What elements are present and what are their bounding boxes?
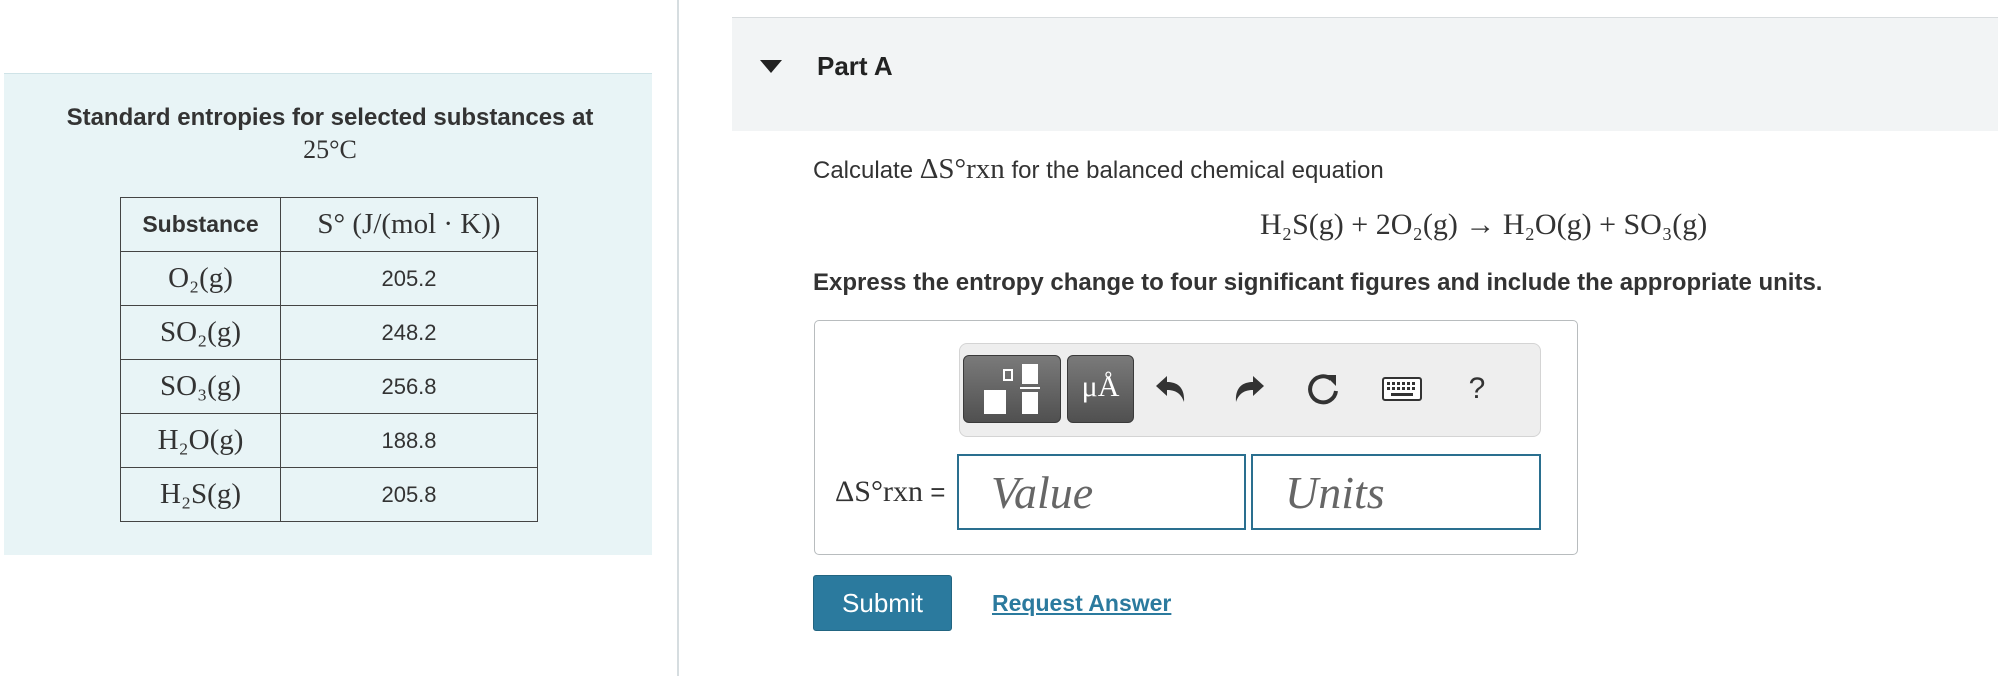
entropy-cell: 205.8 [280, 467, 538, 522]
question-text: Calculate ΔS°rxn for the balanced chemic… [813, 153, 1384, 186]
question-prefix: Calculate [813, 157, 914, 184]
answer-label-symbol: ΔS°rxn [835, 475, 923, 508]
reset-button[interactable] [1298, 364, 1348, 414]
entropy-cell: 205.2 [280, 251, 538, 306]
math-toolbar: μÅ ? [959, 343, 1541, 437]
substance-cell: SO₂(g) [120, 305, 281, 360]
entropy-data-panel: Standard entropies for selected substanc… [4, 73, 652, 555]
reset-icon [1308, 374, 1338, 405]
table-header-row: Substance S° (J/(mol · K)) [120, 197, 538, 252]
submit-button[interactable]: Submit [813, 575, 952, 631]
answer-instructions: Express the entropy change to four signi… [813, 269, 1823, 296]
value-input[interactable] [957, 454, 1246, 530]
table-row: O₂(g) 205.2 [120, 251, 538, 306]
substance-cell: SO₃(g) [120, 359, 281, 414]
table-row: H₂O(g) 188.8 [120, 413, 538, 468]
symbols-icon: μÅ [1081, 370, 1120, 403]
undo-button[interactable] [1146, 364, 1196, 414]
table-title-temperature: 25°C [303, 135, 357, 164]
column-header-entropy: S° (J/(mol · K)) [280, 197, 538, 252]
caret-down-icon[interactable] [760, 60, 782, 73]
help-icon: ? [1468, 372, 1486, 405]
entropy-cell: 188.8 [280, 413, 538, 468]
redo-icon [1235, 376, 1264, 402]
entropy-table: Substance S° (J/(mol · K)) O₂(g) 205.2 S… [120, 197, 538, 522]
table-row: H₂S(g) 205.8 [120, 467, 538, 522]
substance-cell: H₂S(g) [120, 467, 281, 522]
undo-icon [1156, 376, 1185, 402]
symbols-button[interactable]: μÅ [1067, 355, 1134, 423]
answer-label-equals: = [930, 477, 946, 507]
answer-box: μÅ ? ΔS°rxn = Value Units [814, 320, 1578, 555]
table-title: Standard entropies for selected substanc… [24, 102, 636, 167]
request-answer-link[interactable]: Request Answer [992, 590, 1171, 617]
answer-label: ΔS°rxn = [835, 475, 945, 509]
question-suffix: for the balanced chemical equation [1011, 157, 1384, 184]
substance-cell: H₂O(g) [120, 413, 281, 468]
substance-cell: O₂(g) [120, 251, 281, 306]
part-header[interactable]: Part A [732, 17, 1998, 131]
units-input[interactable] [1251, 454, 1541, 530]
part-title: Part A [817, 51, 893, 81]
keyboard-icon [1382, 377, 1422, 401]
table-row: SO₃(g) 256.8 [120, 359, 538, 414]
redo-button[interactable] [1224, 364, 1274, 414]
question-symbol: ΔS°rxn [919, 153, 1005, 185]
entropy-cell: 256.8 [280, 359, 538, 414]
entropy-cell: 248.2 [280, 305, 538, 360]
column-header-substance: Substance [120, 197, 281, 252]
keyboard-button[interactable] [1372, 364, 1432, 414]
table-title-text: Standard entropies for selected substanc… [66, 104, 594, 131]
chemical-equation: H₂S(g) + 2O₂(g) → H₂O(g) + SO₃(g) [1260, 208, 1708, 241]
templates-button[interactable] [963, 355, 1061, 423]
panel-divider [677, 0, 679, 676]
table-row: SO₂(g) 248.2 [120, 305, 538, 360]
help-button[interactable]: ? [1452, 364, 1502, 414]
